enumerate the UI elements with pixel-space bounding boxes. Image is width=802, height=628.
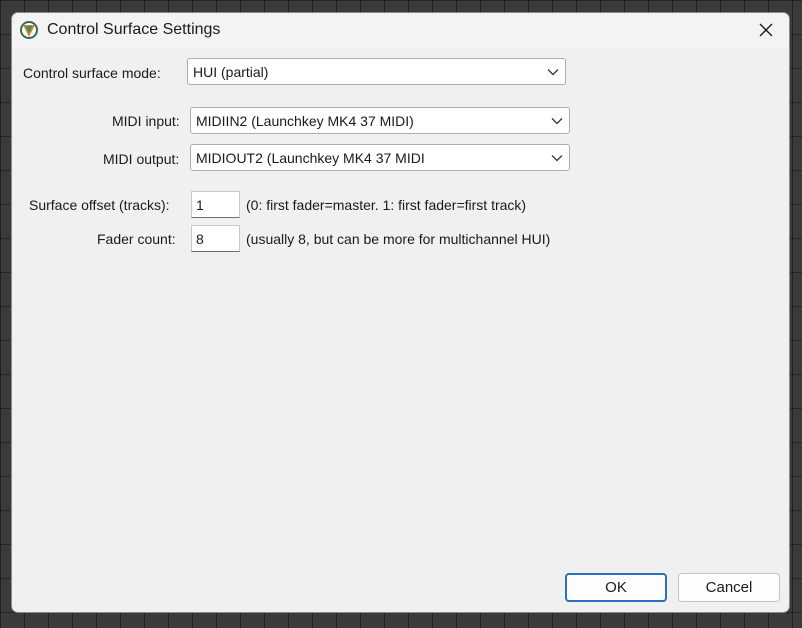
midi-input-dropdown[interactable]: MIDIIN2 (Launchkey MK4 37 MIDI): [190, 107, 570, 134]
midi-output-value: MIDIOUT2 (Launchkey MK4 37 MIDI: [196, 150, 425, 166]
chevron-down-icon: [551, 118, 563, 125]
mode-dropdown[interactable]: HUI (partial): [187, 58, 566, 85]
ok-button[interactable]: OK: [565, 573, 667, 602]
chevron-down-icon: [547, 69, 559, 76]
fader-count-input[interactable]: 8: [191, 225, 240, 252]
app-icon: [20, 21, 38, 39]
surface-offset-value: 1: [196, 197, 204, 213]
cancel-button[interactable]: Cancel: [678, 573, 780, 602]
fader-count-value: 8: [196, 231, 204, 247]
mode-value: HUI (partial): [193, 64, 269, 80]
chevron-down-icon: [551, 155, 563, 162]
midi-output-label: MIDI output:: [103, 151, 180, 167]
window-title: Control Surface Settings: [47, 21, 221, 38]
fader-count-label: Fader count:: [97, 231, 176, 247]
surface-offset-input[interactable]: 1: [191, 191, 240, 218]
fader-count-hint: (usually 8, but can be more for multicha…: [246, 231, 551, 247]
title-bar[interactable]: Control Surface Settings: [12, 13, 789, 49]
close-icon: [759, 23, 773, 37]
midi-input-label: MIDI input:: [112, 113, 180, 129]
close-button[interactable]: [743, 13, 789, 47]
surface-offset-hint: (0: first fader=master. 1: first fader=f…: [246, 197, 527, 213]
midi-output-dropdown[interactable]: MIDIOUT2 (Launchkey MK4 37 MIDI: [190, 144, 570, 171]
control-surface-settings-dialog: Control Surface Settings Control surface…: [11, 12, 790, 613]
midi-input-value: MIDIIN2 (Launchkey MK4 37 MIDI): [196, 113, 414, 129]
mode-label: Control surface mode:: [23, 65, 161, 81]
surface-offset-label: Surface offset (tracks):: [29, 197, 170, 213]
